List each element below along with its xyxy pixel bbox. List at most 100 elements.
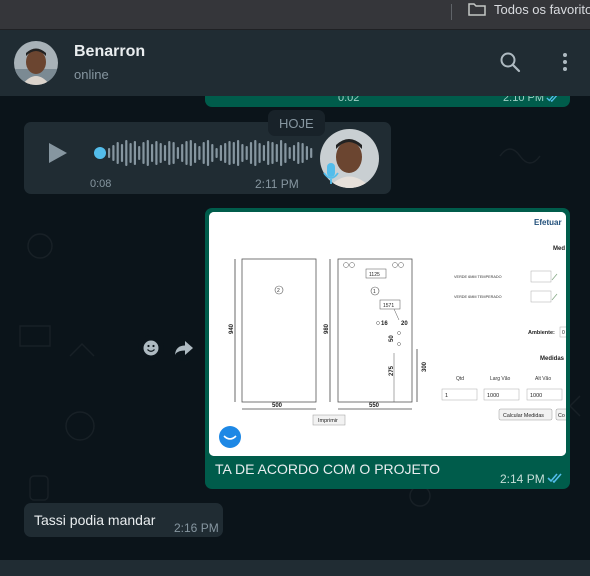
waveform-bar (301, 143, 304, 163)
waveform-bar (305, 146, 308, 160)
emoji-icon (143, 340, 159, 356)
chat-header[interactable]: Benarron online (0, 30, 590, 96)
image-message[interactable]: Efetuar Med Medidas 940 2 500 980 1125 1… (205, 208, 570, 489)
search-button[interactable] (498, 50, 522, 74)
waveform-bar (155, 141, 158, 165)
waveform-bar (288, 147, 291, 159)
bookmarks-bar: Todos os favoritos (0, 0, 590, 30)
bookmarks-separator (451, 4, 452, 20)
waveform-bar (275, 144, 278, 162)
right-box-top: 1125 (369, 272, 380, 278)
waveform-bar (254, 140, 257, 166)
compose-bar[interactable] (0, 560, 590, 576)
left-panel-width: 500 (272, 403, 283, 409)
left-panel-height: 940 (229, 323, 235, 334)
read-receipt-icon (546, 96, 558, 102)
waveform-bar (112, 145, 115, 161)
previous-audio-message[interactable]: 0:02 2:10 PM (205, 96, 570, 107)
contact-name[interactable]: Benarron (74, 43, 145, 61)
waveform-bar (211, 144, 214, 162)
image-caption: TA DE ACORDO COM O PROJETO (215, 461, 441, 477)
waveform-bar (215, 148, 218, 158)
waveform-bar (249, 142, 253, 164)
right-panel-height: 980 (324, 323, 330, 334)
right-box-mid: 1571 (383, 303, 394, 309)
audio-duration: 0:08 (90, 178, 112, 190)
glass-type-2: VERDE 6MM TEMPERADO (454, 295, 502, 299)
glass-type-1: VERDE 6MM TEMPERADO (454, 275, 502, 279)
glass-select-2[interactable] (530, 290, 552, 303)
waveform-bar (168, 141, 171, 165)
waveform-bar (262, 145, 265, 161)
waveform-bar (297, 142, 300, 164)
audio-waveform[interactable] (94, 138, 316, 168)
dim-20: 20 (401, 321, 408, 327)
waveform-bar (176, 147, 179, 159)
waveform-bar (241, 144, 244, 162)
drawing-header: Efetuar (534, 218, 562, 227)
message-duration: 0:02 (338, 96, 360, 104)
waveform-bar (172, 142, 175, 164)
image-attachment[interactable]: Efetuar Med Medidas 940 2 500 980 1125 1… (209, 212, 566, 456)
waveform-bar (258, 143, 261, 163)
waveform-bar (267, 141, 270, 165)
read-receipt-icon (547, 473, 562, 483)
waveform-bar (310, 148, 313, 158)
react-button[interactable] (138, 335, 164, 361)
forward-icon (175, 341, 193, 355)
audio-message[interactable]: 0:08 2:11 PM (24, 122, 391, 194)
glass-project-drawing[interactable]: Efetuar Med Medidas 940 2 500 980 1125 1… (209, 212, 566, 456)
text-message[interactable]: Tassi podia mandar 2:16 PM (24, 503, 223, 537)
waveform-bar (151, 144, 154, 162)
right-panel-width: 550 (369, 403, 380, 409)
waveform-bar (284, 143, 287, 163)
dim-275: 275 (389, 365, 395, 376)
ambiente-value: 0 (562, 330, 565, 336)
waveform-bar (228, 141, 231, 165)
all-bookmarks-folder[interactable]: Todos os favoritos (468, 1, 590, 17)
search-icon (500, 52, 521, 73)
extra-button-label: Co (558, 413, 565, 419)
waveform-bar (159, 143, 162, 163)
print-button-label: Imprimir (318, 418, 338, 424)
day-separator: HOJE (268, 110, 325, 136)
ambiente-label: Ambiente: (528, 330, 555, 336)
forward-button[interactable] (171, 335, 197, 361)
waveform-bar (271, 142, 274, 164)
waveform-bar (185, 141, 188, 165)
waveform-bar (245, 146, 248, 160)
waveform-bar (138, 146, 141, 160)
waveform-bar (129, 143, 132, 163)
field-label-larg: Larg Vão (490, 376, 511, 382)
alt-value: 1000 (530, 393, 542, 399)
message-time: 2:10 PM (503, 96, 544, 104)
waveform-bar (116, 142, 119, 164)
glass-select-1[interactable] (530, 270, 552, 283)
waveform-bar (232, 142, 235, 164)
waveform-bar (194, 143, 197, 163)
waveform-bar (198, 146, 201, 160)
waveform-bar (280, 140, 283, 166)
message-time: 2:14 PM (500, 472, 545, 486)
contact-status: online (74, 67, 109, 82)
message-list[interactable]: 0:02 2:10 PM 0:08 2:11 PM HOJE Efetuar M… (0, 96, 590, 560)
field-label-qtd: Qtd (456, 376, 464, 382)
waveform-bar (142, 142, 145, 164)
dim-300: 300 (422, 361, 428, 372)
left-panel-marker: 2 (277, 288, 280, 294)
kebab-menu-icon (563, 53, 567, 71)
menu-button[interactable] (553, 50, 577, 74)
bookmark-folder-label: Todos os favoritos (494, 1, 590, 17)
waveform-bar (224, 143, 227, 163)
message-text: Tassi podia mandar (34, 512, 156, 528)
waveform-bar (181, 144, 184, 162)
qtd-value: 1 (445, 393, 448, 399)
contact-avatar[interactable] (14, 41, 58, 85)
folder-icon (468, 3, 486, 16)
waveform-bar (219, 145, 222, 161)
microphone-icon (323, 163, 339, 184)
waveform-bar (202, 142, 205, 164)
play-icon[interactable] (47, 141, 69, 165)
waveform-bar (125, 140, 128, 166)
dim-50: 50 (389, 335, 395, 342)
